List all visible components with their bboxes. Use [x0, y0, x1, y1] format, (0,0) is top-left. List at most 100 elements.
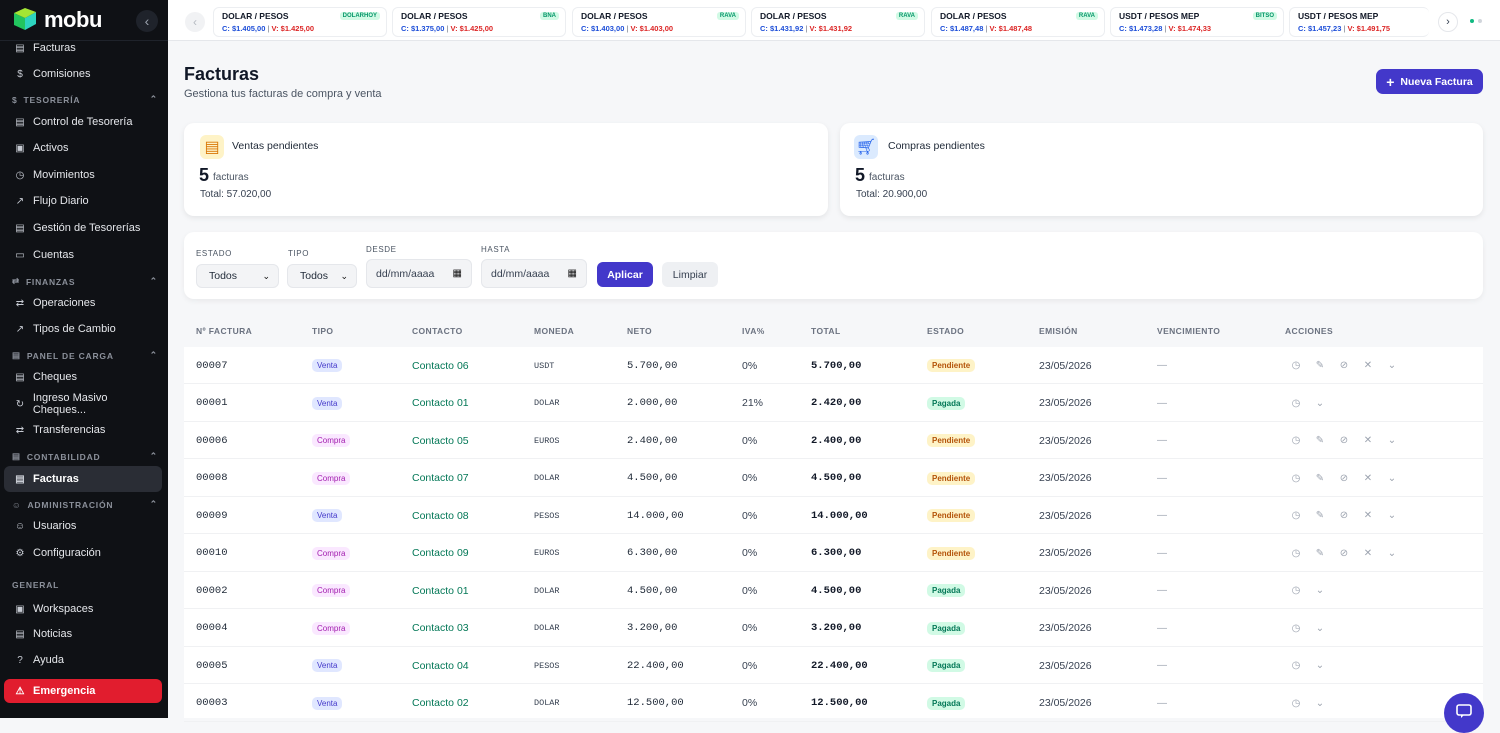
sidebar-item-gestion-tesorerias[interactable]: ▤ Gestión de Tesorerías — [4, 215, 162, 241]
table-row[interactable]: 00001 Venta Contacto 01 DOLAR 2.000,00 21% 2.4… — [184, 385, 1483, 422]
sidebar-item-workspaces[interactable]: ▣ Workspaces — [4, 596, 162, 622]
section-administracion[interactable]: ☺ ADMINISTRACIÓN ⌃ — [12, 499, 158, 510]
rate-card[interactable]: USDT / PESOS MEP BITSO C: $1.473,28 | V:… — [1110, 7, 1284, 37]
tipo-select[interactable]: Todos ⌄ — [287, 264, 357, 288]
history-icon[interactable]: ◷ — [1289, 548, 1303, 559]
chevron-down-icon[interactable]: ⌄ — [1385, 473, 1399, 484]
table-row[interactable]: 00003 Venta Contacto 02 DOLAR 12.500,00 0% 12.… — [184, 685, 1483, 722]
table-row[interactable]: 00007 Venta Contacto 06 USDT 5.700,00 0% 5.700… — [184, 347, 1483, 384]
rates-prev-button[interactable]: ‹ — [185, 12, 205, 32]
rates-next-button[interactable]: › — [1438, 12, 1458, 32]
mark-paid-icon[interactable]: ⊘ — [1337, 435, 1351, 446]
close-icon[interactable]: ✕ — [1361, 548, 1375, 559]
contact-link[interactable]: Contacto 03 — [412, 610, 469, 647]
desde-date-input[interactable]: dd/mm/aaaa ▦ — [366, 259, 472, 288]
sidebar-item-ayuda[interactable]: ? Ayuda — [4, 647, 162, 673]
sidebar-item-noticias[interactable]: ▤ Noticias — [4, 621, 162, 647]
contact-link[interactable]: Contacto 01 — [412, 385, 469, 422]
close-icon[interactable]: ✕ — [1361, 473, 1375, 484]
chevron-down-icon[interactable]: ⌄ — [1385, 510, 1399, 521]
sidebar-item-facturas[interactable]: ▤ Facturas — [4, 466, 162, 492]
contact-link[interactable]: Contacto 08 — [412, 497, 469, 534]
sidebar-item-emergencia[interactable]: ⚠ Emergencia — [4, 679, 162, 703]
sidebar-item-operaciones[interactable]: ⇄ Operaciones — [4, 290, 162, 316]
estado-select[interactable]: Todos ⌄ — [196, 264, 279, 288]
contact-link[interactable]: Contacto 06 — [412, 347, 469, 384]
table-row[interactable]: 00009 Venta Contacto 08 PESOS 14.000,00 0% 14.… — [184, 497, 1483, 534]
chat-button[interactable] — [1444, 693, 1484, 733]
contact-link[interactable]: Contacto 09 — [412, 535, 469, 572]
contact-link[interactable]: Contacto 02 — [412, 685, 469, 722]
history-icon[interactable]: ◷ — [1289, 398, 1303, 409]
history-icon[interactable]: ◷ — [1289, 510, 1303, 521]
chevron-down-icon[interactable]: ⌄ — [1385, 435, 1399, 446]
edit-icon[interactable]: ✎ — [1313, 548, 1327, 559]
rate-card[interactable]: DOLAR / PESOS BNA C: $1.375,00 | V: $1.4… — [392, 7, 566, 37]
rate-card[interactable]: USDT / PESOS MEP C: $1.457,23 | V: $1.49… — [1289, 7, 1429, 37]
sidebar-item-comisiones[interactable]: $ Comisiones — [4, 61, 162, 87]
history-icon[interactable]: ◷ — [1289, 660, 1303, 671]
history-icon[interactable]: ◷ — [1289, 360, 1303, 371]
sidebar-item-control-tesoreria[interactable]: ▤ Control de Tesorería — [4, 109, 162, 135]
table-row[interactable]: 00006 Compra Contacto 05 EUROS 2.400,00 0% 2.4… — [184, 422, 1483, 459]
calendar-icon[interactable]: ▦ — [568, 268, 577, 279]
sidebar-item-facturas-top[interactable]: ▤ Facturas — [4, 35, 162, 61]
sidebar-item-cuentas[interactable]: ▭ Cuentas — [4, 242, 162, 268]
chevron-down-icon[interactable]: ⌄ — [1313, 398, 1327, 409]
contact-link[interactable]: Contacto 01 — [412, 572, 469, 609]
page-dot[interactable] — [1478, 19, 1482, 23]
section-panel-carga[interactable]: ▤ PANEL DE CARGA ⌃ — [12, 350, 158, 361]
calendar-icon[interactable]: ▦ — [453, 268, 462, 279]
mark-paid-icon[interactable]: ⊘ — [1337, 510, 1351, 521]
table-row[interactable]: 00005 Venta Contacto 04 PESOS 22.400,00 0% 22.… — [184, 647, 1483, 684]
history-icon[interactable]: ◷ — [1289, 698, 1303, 709]
sidebar-item-configuracion[interactable]: ⚙ Configuración — [4, 540, 162, 566]
clear-filters-button[interactable]: Limpiar — [662, 262, 718, 287]
hasta-date-input[interactable]: dd/mm/aaaa ▦ — [481, 259, 587, 288]
rate-card[interactable]: DOLAR / PESOS RAVA C: $1.487,48 | V: $1.… — [931, 7, 1105, 37]
table-row[interactable]: 00002 Compra Contacto 01 DOLAR 4.500,00 0% 4.5… — [184, 572, 1483, 609]
chevron-down-icon[interactable]: ⌄ — [1313, 585, 1327, 596]
table-row[interactable]: 00004 Compra Contacto 03 DOLAR 3.200,00 0% 3.2… — [184, 610, 1483, 647]
history-icon[interactable]: ◷ — [1289, 473, 1303, 484]
edit-icon[interactable]: ✎ — [1313, 435, 1327, 446]
new-invoice-button[interactable]: + Nueva Factura — [1376, 69, 1483, 94]
section-tesoreria[interactable]: $ TESORERÍA ⌃ — [12, 94, 158, 105]
mark-paid-icon[interactable]: ⊘ — [1337, 360, 1351, 371]
rates-pagination[interactable] — [1470, 19, 1482, 23]
apply-filters-button[interactable]: Aplicar — [597, 262, 653, 287]
chevron-down-icon[interactable]: ⌄ — [1313, 698, 1327, 709]
contact-link[interactable]: Contacto 05 — [412, 422, 469, 459]
edit-icon[interactable]: ✎ — [1313, 360, 1327, 371]
table-row[interactable]: 00008 Compra Contacto 07 DOLAR 4.500,00 0% 4.5… — [184, 460, 1483, 497]
edit-icon[interactable]: ✎ — [1313, 510, 1327, 521]
rate-card[interactable]: DOLAR / PESOS RAVA C: $1.403,00 | V: $1.… — [572, 7, 746, 37]
rate-card[interactable]: DOLAR / PESOS RAVA C: $1.431,92 | V: $1.… — [751, 7, 925, 37]
history-icon[interactable]: ◷ — [1289, 623, 1303, 634]
sidebar-item-usuarios[interactable]: ☺ Usuarios — [4, 513, 162, 539]
contact-link[interactable]: Contacto 04 — [412, 647, 469, 684]
sidebar-item-ingreso-masivo[interactable]: ↻ Ingreso Masivo Cheques... — [4, 391, 162, 417]
section-contabilidad[interactable]: ▤ CONTABILIDAD ⌃ — [12, 451, 158, 462]
mark-paid-icon[interactable]: ⊘ — [1337, 548, 1351, 559]
table-row[interactable]: 00010 Compra Contacto 09 EUROS 6.300,00 0% 6.3… — [184, 535, 1483, 572]
chevron-down-icon[interactable]: ⌄ — [1385, 548, 1399, 559]
chevron-down-icon[interactable]: ⌄ — [1313, 660, 1327, 671]
mark-paid-icon[interactable]: ⊘ — [1337, 473, 1351, 484]
close-icon[interactable]: ✕ — [1361, 435, 1375, 446]
chevron-down-icon[interactable]: ⌄ — [1313, 623, 1327, 634]
sidebar-item-flujo-diario[interactable]: ↗ Flujo Diario — [4, 188, 162, 214]
sidebar-item-movimientos[interactable]: ◷ Movimientos — [4, 162, 162, 188]
history-icon[interactable]: ◷ — [1289, 435, 1303, 446]
section-finanzas[interactable]: ⇄ FINANZAS ⌃ — [12, 276, 158, 287]
rate-card[interactable]: DOLAR / PESOS DOLARHOY C: $1.405,00 | V:… — [213, 7, 387, 37]
sidebar-item-tipos-cambio[interactable]: ↗ Tipos de Cambio — [4, 316, 162, 342]
sidebar-item-cheques[interactable]: ▤ Cheques — [4, 364, 162, 390]
sidebar-item-activos[interactable]: ▣ Activos — [4, 135, 162, 161]
history-icon[interactable]: ◷ — [1289, 585, 1303, 596]
contact-link[interactable]: Contacto 07 — [412, 460, 469, 497]
collapse-sidebar-button[interactable]: ‹ — [136, 10, 158, 32]
sidebar-item-transferencias[interactable]: ⇄ Transferencias — [4, 417, 162, 443]
edit-icon[interactable]: ✎ — [1313, 473, 1327, 484]
close-icon[interactable]: ✕ — [1361, 360, 1375, 371]
